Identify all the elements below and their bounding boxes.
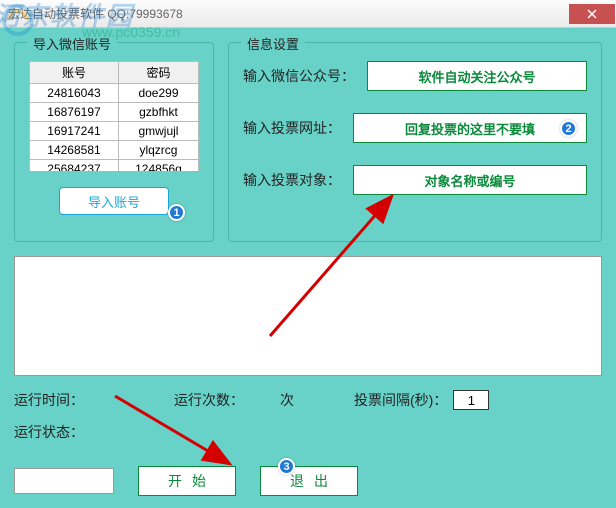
input-wechat-account[interactable]: 软件自动关注公众号 xyxy=(367,61,587,91)
input-vote-target[interactable]: 对象名称或编号 xyxy=(353,165,587,195)
label-runtime: 运行时间： xyxy=(14,390,84,410)
row-vote-url: 输入投票网址： 回复投票的这里不要填 xyxy=(243,113,587,143)
input-vote-url[interactable]: 回复投票的这里不要填 xyxy=(353,113,587,143)
accounts-table: 账号 密码 24816043doe299 16876197gzbfhkt 169… xyxy=(29,61,199,171)
label-vote-url: 输入投票网址： xyxy=(243,118,341,138)
group-accounts-legend: 导入微信账号 xyxy=(27,34,117,53)
annotation-badge-1: 1 xyxy=(168,204,185,221)
table-row[interactable]: 24816043doe299 xyxy=(30,84,199,103)
row-vote-target: 输入投票对象： 对象名称或编号 xyxy=(243,165,587,195)
close-button[interactable] xyxy=(569,4,615,24)
bottom-button-row: 开始 退出 xyxy=(14,466,358,496)
exit-button[interactable]: 退出 xyxy=(260,466,358,496)
table-row[interactable]: 25684237124856q xyxy=(30,160,199,172)
label-run-state: 运行状态： xyxy=(14,424,84,440)
log-textarea[interactable] xyxy=(14,256,602,376)
col-header-account: 账号 xyxy=(30,62,119,84)
annotation-badge-3: 3 xyxy=(278,458,295,475)
group-info-legend: 信息设置 xyxy=(241,34,305,53)
annotation-badge-2: 2 xyxy=(560,120,577,137)
input-unknown-bottom[interactable] xyxy=(14,468,114,494)
window-title: 宏达自动投票软件 QQ:79993678 xyxy=(8,5,183,22)
runcount-unit: 次 xyxy=(280,390,294,410)
title-bar: 宏达自动投票软件 QQ:79993678 xyxy=(0,0,616,28)
row-wechat-account: 输入微信公众号： 软件自动关注公众号 xyxy=(243,61,587,91)
app-surface: 导入微信账号 账号 密码 24816043doe299 16876197gzbf… xyxy=(0,28,616,508)
group-info-settings: 信息设置 输入微信公众号： 软件自动关注公众号 输入投票网址： 回复投票的这里不… xyxy=(228,42,602,242)
table-row[interactable]: 14268581ylqzrcg xyxy=(30,141,199,160)
import-accounts-button[interactable]: 导入账号 xyxy=(59,187,169,215)
table-row[interactable]: 16917241gmwjujl xyxy=(30,122,199,141)
accounts-table-wrap: 账号 密码 24816043doe299 16876197gzbfhkt 169… xyxy=(29,61,199,171)
close-icon xyxy=(587,9,597,19)
status-row: 运行时间： 运行次数： 次 投票间隔(秒)： xyxy=(14,390,602,410)
label-wechat-account: 输入微信公众号： xyxy=(243,66,355,86)
col-header-password: 密码 xyxy=(118,62,198,84)
start-button[interactable]: 开始 xyxy=(138,466,236,496)
label-runcount: 运行次数： xyxy=(174,390,244,410)
row-run-state: 运行状态： xyxy=(14,422,602,442)
input-vote-interval[interactable] xyxy=(453,390,489,410)
label-interval: 投票间隔(秒)： xyxy=(354,390,447,410)
label-vote-target: 输入投票对象： xyxy=(243,170,341,190)
table-row[interactable]: 16876197gzbfhkt xyxy=(30,103,199,122)
